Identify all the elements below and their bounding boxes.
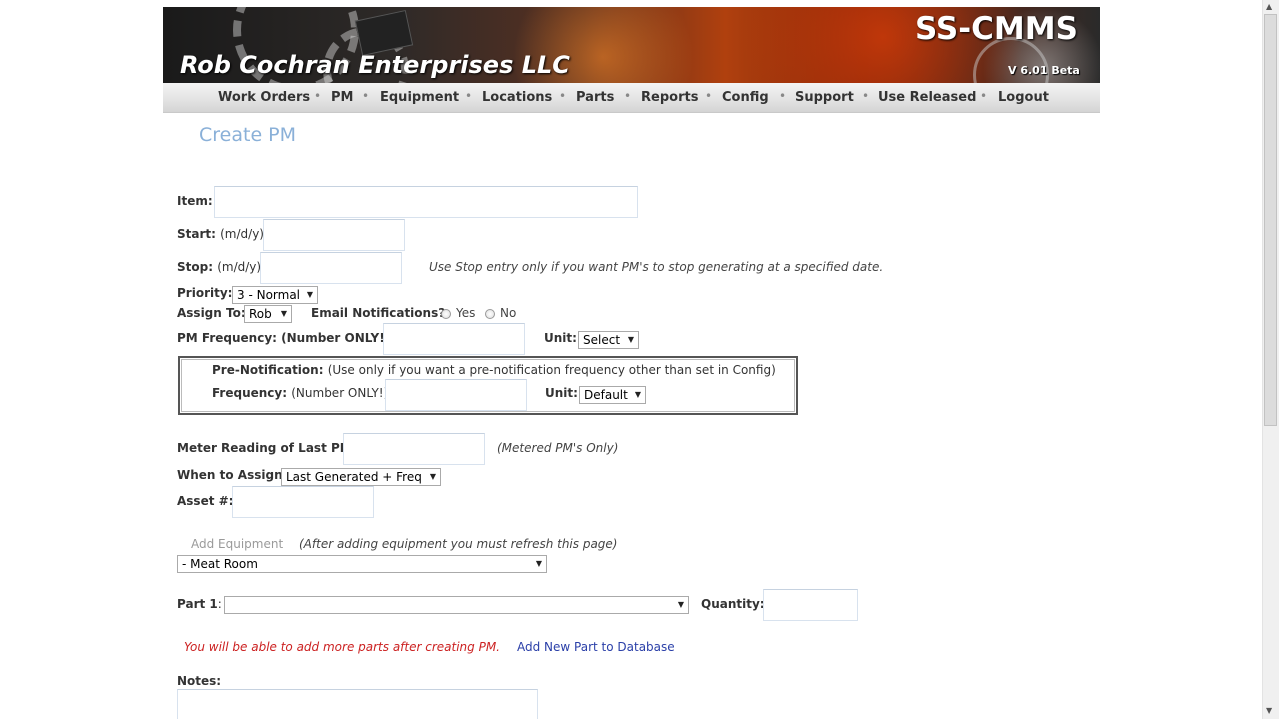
add-equipment-note: (After adding equipment you must refresh… [299,537,618,551]
start-date-input[interactable] [263,219,405,251]
email-no-radio[interactable] [485,309,495,319]
nav-separator: • [624,89,632,103]
scroll-up-icon[interactable]: ▲ [1266,2,1272,11]
notes-textarea[interactable] [177,689,538,719]
stop-date-input[interactable] [260,252,402,284]
nav-pm[interactable]: PM [331,90,353,105]
chevron-down-icon: ▼ [306,290,313,299]
nav-logout[interactable]: Logout [998,90,1049,105]
part-1-label: Part 1: [177,597,222,611]
nav-separator: • [559,89,567,103]
email-notifications-label: Email Notifications? [311,306,446,320]
app-title: SS-CMMS [915,11,1078,47]
chevron-down-icon: ▼ [677,600,684,609]
chevron-down-icon: ▼ [429,472,436,481]
notes-label: Notes: [177,674,222,688]
add-equipment-link[interactable]: Add Equipment [191,537,283,551]
start-label: Start: (m/d/y) [177,227,264,241]
nav-locations[interactable]: Locations [482,90,552,105]
nav-parts[interactable]: Parts [576,90,614,105]
meter-reading-input[interactable] [343,433,485,465]
assign-to-select[interactable]: Rob ▼ [244,305,292,323]
device-graphic [354,9,414,57]
nav-reports[interactable]: Reports [641,90,698,105]
pre-frequency-input[interactable] [385,379,527,411]
priority-select[interactable]: 3 - Normal ▼ [232,286,318,304]
item-input[interactable] [214,186,638,218]
chevron-down-icon: ▼ [627,335,634,344]
chevron-down-icon: ▼ [535,559,542,568]
parts-note: You will be able to add more parts after… [184,640,500,654]
part-1-select[interactable]: ▼ [224,596,689,614]
chevron-down-icon: ▼ [634,390,641,399]
nav-support[interactable]: Support [795,90,854,105]
pm-frequency-label: PM Frequency: (Number ONLY!) [177,331,391,345]
stop-note: Use Stop entry only if you want PM's to … [429,260,884,274]
add-new-part-link[interactable]: Add New Part to Database [517,640,675,654]
email-yes-label: Yes [456,306,476,320]
asset-label: Asset #: [177,494,234,508]
pre-frequency-label: Frequency: (Number ONLY!) [212,386,389,400]
unit-select[interactable]: Select ▼ [578,331,639,349]
when-to-assign-label: When to Assign: [177,468,288,482]
nav-separator: • [465,89,473,103]
nav-equipment[interactable]: Equipment [380,90,459,105]
assign-to-label: Assign To: [177,306,246,320]
nav-config[interactable]: Config [722,90,769,105]
nav-separator: • [980,89,988,103]
item-label: Item: [177,194,213,208]
nav-separator: • [862,89,870,103]
meter-note: (Metered PM's Only) [497,441,619,455]
nav-use-released[interactable]: Use Released [878,90,976,105]
quantity-input[interactable] [763,589,858,621]
version-label: V 6.01 Beta [1008,64,1080,77]
scroll-down-icon[interactable]: ▼ [1266,706,1272,715]
pre-unit-select[interactable]: Default ▼ [579,386,646,404]
pm-frequency-input[interactable] [383,323,525,355]
meter-reading-label: Meter Reading of Last PM: [177,441,357,455]
quantity-label: Quantity: [701,597,765,611]
nav-separator: • [362,89,370,103]
page-title: Create PM [199,124,297,146]
priority-label: Priority: [177,286,233,300]
equipment-select[interactable]: - Meat Room ▼ [177,555,547,573]
pre-unit-label: Unit: [545,386,578,400]
nav-separator: • [705,89,713,103]
company-name: Rob Cochran Enterprises LLC [180,51,570,79]
email-no-label: No [500,306,517,320]
scrollbar-thumb[interactable] [1264,14,1277,426]
email-yes-radio[interactable] [441,309,451,319]
unit-label: Unit: [544,331,577,345]
stop-label: Stop: (m/d/y) [177,260,262,274]
nav-separator: • [779,89,787,103]
asset-input[interactable] [232,486,374,518]
when-to-assign-select[interactable]: Last Generated + Freq ▼ [281,468,441,486]
chevron-down-icon: ▼ [280,309,287,318]
nav-work-orders[interactable]: Work Orders [218,90,310,105]
nav-separator: • [314,89,322,103]
pre-notification-label: Pre-Notification: (Use only if you want … [212,363,776,377]
